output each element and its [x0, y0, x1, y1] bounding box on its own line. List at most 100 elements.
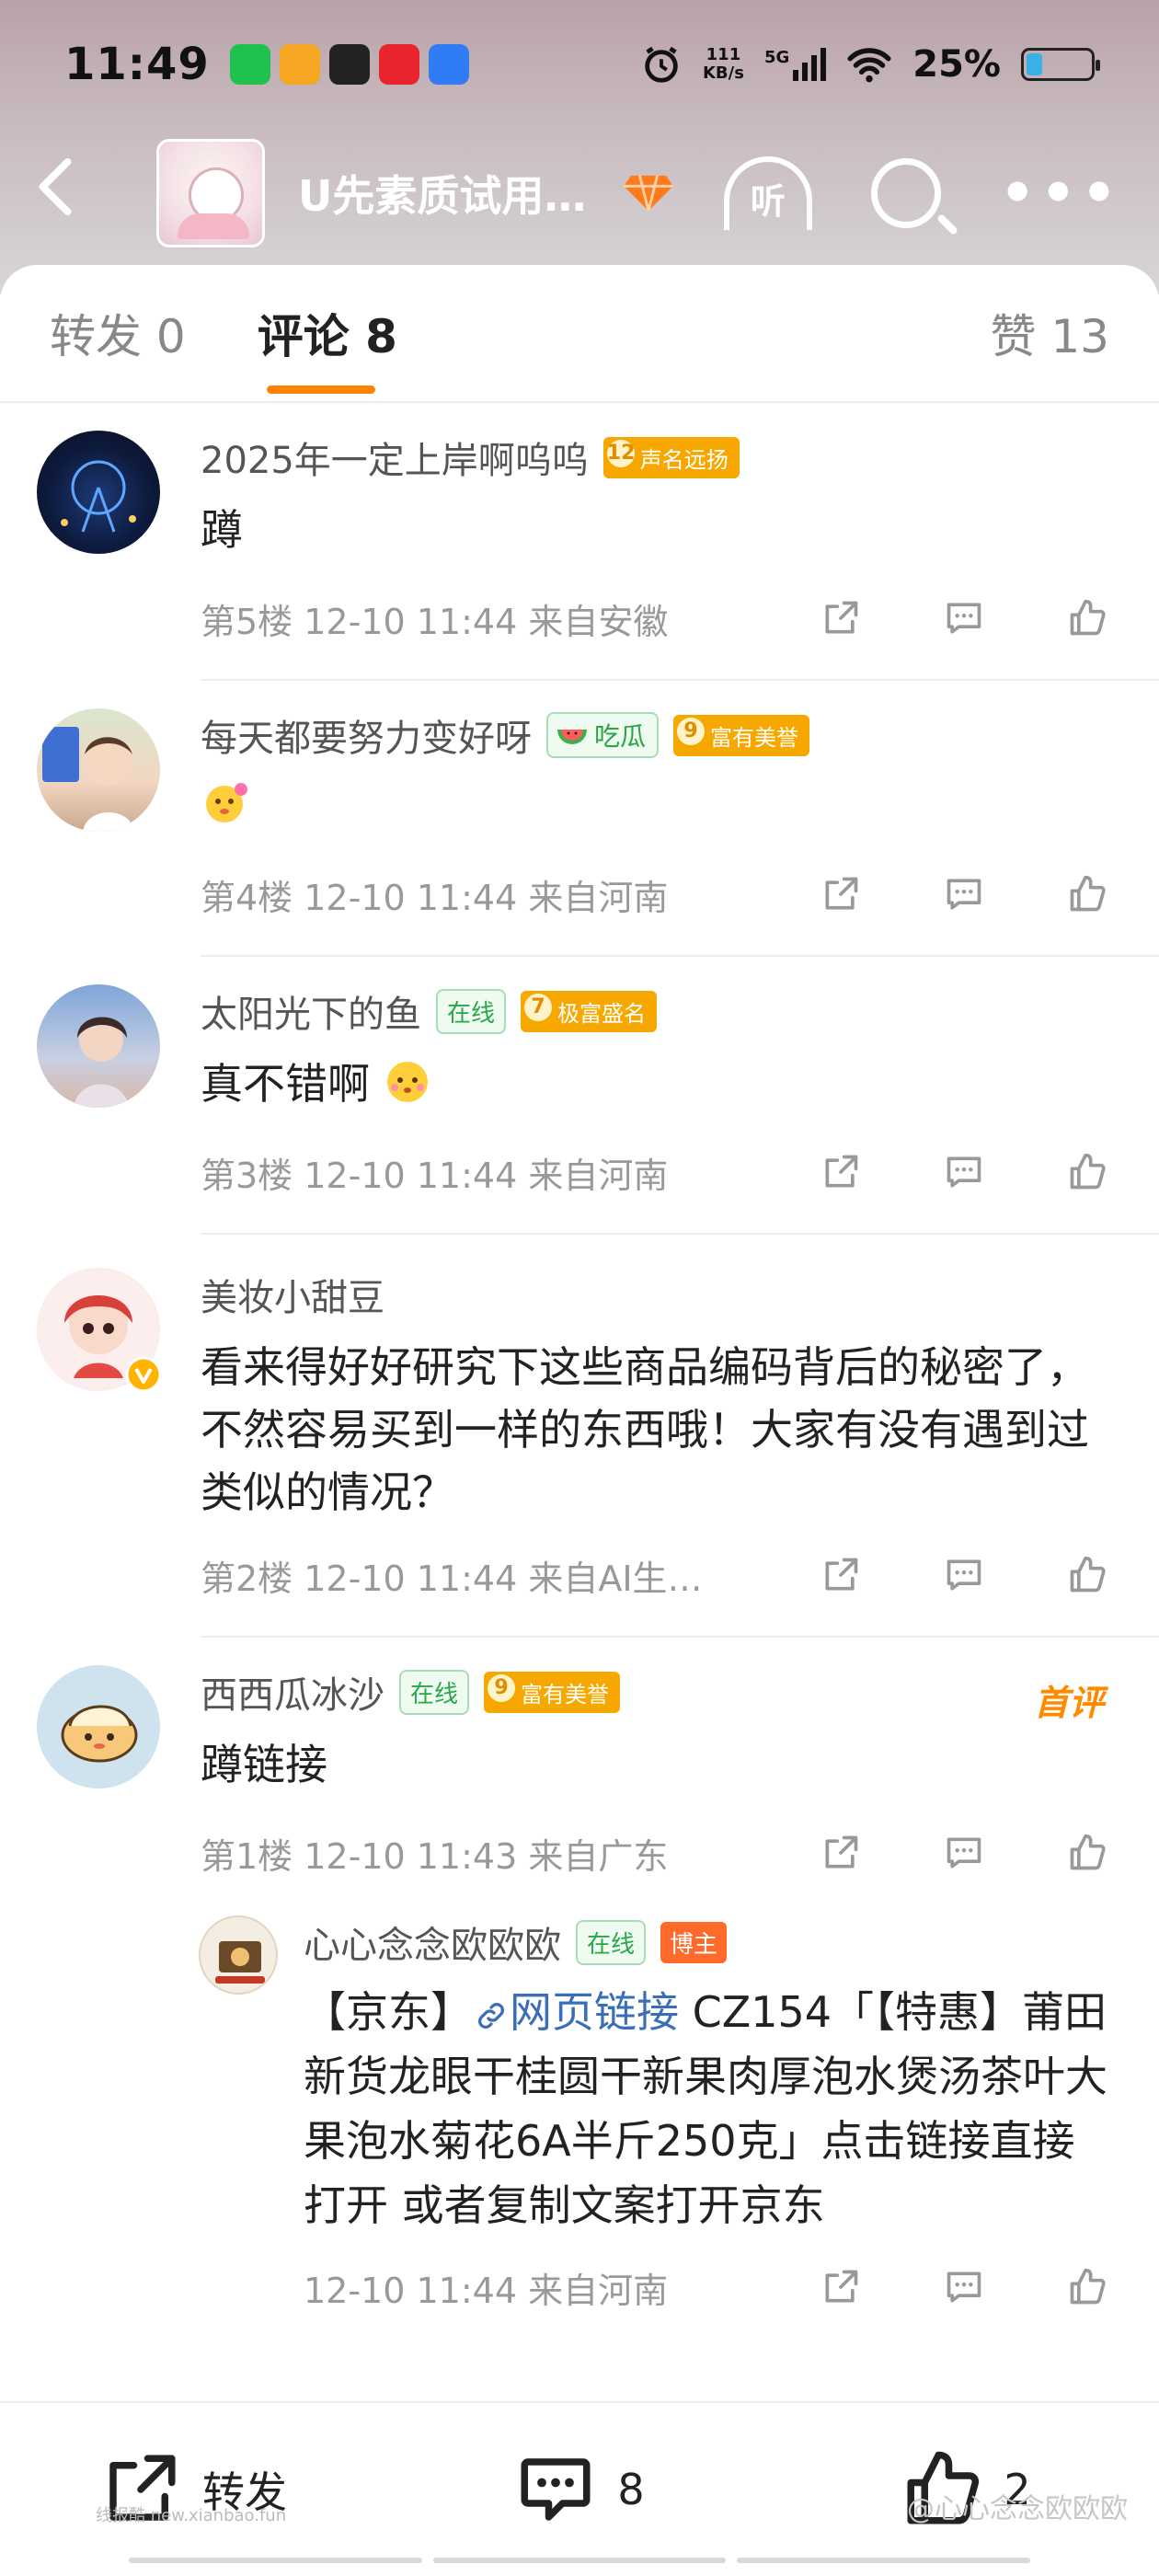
like-icon[interactable] — [1067, 598, 1107, 638]
like-icon[interactable] — [1067, 1833, 1107, 1873]
tab-likes[interactable]: 赞 13 — [990, 300, 1109, 366]
bottom-comment-button[interactable]: 8 — [386, 2448, 773, 2531]
tab-comments-label: 评论 8 — [257, 310, 397, 363]
wechat-icon — [229, 44, 270, 85]
avatar[interactable] — [37, 431, 160, 554]
divider — [201, 1233, 1159, 1235]
comment-meta-row: 第5楼 12-10 11:44 来自安徽 — [201, 591, 1107, 646]
web-link[interactable]: 网页链接 — [473, 1987, 679, 2037]
comment-header: 西西瓜冰沙 在线 9 富有美誉 — [201, 1665, 1107, 1719]
username[interactable]: 2025年一定上岸啊呜呜 — [201, 431, 589, 484]
divider — [201, 679, 1159, 681]
listen-button[interactable]: 听 — [723, 156, 812, 230]
net-speed: 111 KB/s — [703, 46, 744, 83]
comment-text: 真不错啊 — [201, 1052, 1107, 1115]
comment-icon — [521, 2458, 591, 2521]
comment-item: 每天都要努力变好呀 吃瓜 9 富有美誉 第4楼 12-10 11:44 来自河南 — [0, 708, 1159, 922]
comment-item: 美妆小甜豆 看来得好好研究下这些商品编码背后的秘密了，不然容易买到一样的东西哦！… — [0, 1268, 1159, 1603]
level-title: 富有美誉 — [521, 1681, 610, 1708]
username[interactable]: 每天都要努力变好呀 — [201, 708, 532, 762]
share-icon[interactable] — [820, 598, 861, 638]
bottom-comment-count: 8 — [617, 2465, 645, 2514]
battery-fill — [1027, 53, 1042, 75]
username[interactable]: 太阳光下的鱼 — [201, 984, 421, 1038]
like-icon[interactable] — [1067, 1152, 1107, 1192]
listen-label: 听 — [750, 181, 786, 222]
tab-repost[interactable]: 转发 0 — [50, 300, 186, 366]
signal-5g-label: 5G — [763, 48, 790, 67]
watermark-left: 线报酷 new.xianbao.fun — [96, 2506, 287, 2525]
share-icon[interactable] — [820, 874, 861, 914]
comment-meta: 第1楼 12-10 11:43 来自广东 — [201, 1835, 669, 1877]
more-options-icon[interactable]: ••• — [1000, 161, 1122, 225]
divider — [201, 955, 1159, 957]
group-avatar[interactable] — [156, 139, 265, 247]
level-number: 9 — [677, 717, 706, 745]
comment-meta: 第5楼 12-10 11:44 来自安徽 — [201, 601, 669, 642]
back-button[interactable] — [37, 156, 92, 231]
like-icon[interactable] — [1067, 874, 1107, 914]
share-icon[interactable] — [820, 1833, 861, 1873]
page-title[interactable]: U先素质试用… — [298, 163, 586, 224]
comment-meta-row: 第1楼 12-10 11:43 来自广东 — [201, 1825, 1107, 1880]
comment-actions — [820, 1555, 1107, 1595]
username[interactable]: 心心念念欧欧欧 — [304, 1915, 561, 1969]
weibo-icon — [279, 44, 320, 85]
avatar[interactable] — [37, 984, 160, 1108]
tab-comments[interactable]: 评论 8 — [257, 300, 397, 394]
net-speed-value: 111 — [706, 45, 741, 64]
level-title: 极富盛名 — [557, 1000, 647, 1027]
comment-header: 太阳光下的鱼 在线 7 极富盛名 — [201, 984, 1107, 1038]
comment-meta: 第2楼 12-10 11:44 来自AI生… — [201, 1558, 703, 1599]
avatar[interactable] — [37, 1268, 162, 1393]
alarm-icon — [645, 46, 678, 83]
share-icon[interactable] — [820, 1555, 861, 1595]
melon-badge-label: 吃瓜 — [594, 721, 647, 752]
comment-text-content: 真不错啊 — [201, 1059, 370, 1109]
status-bar: 11:49 111 KB/s 5G 25% — [0, 0, 1159, 129]
reply-icon[interactable] — [944, 598, 984, 638]
wifi-icon — [847, 48, 891, 83]
avatar[interactable] — [199, 1915, 278, 1995]
nav-bar: U先素质试用… 听 ••• — [0, 129, 1159, 258]
like-icon[interactable] — [1067, 2267, 1107, 2307]
tab-bar: 转发 0 评论 8 赞 13 — [0, 265, 1159, 403]
verified-badge-icon — [125, 1356, 162, 1393]
melon-badge: 吃瓜 — [546, 712, 660, 758]
reply-icon[interactable] — [944, 874, 984, 914]
level-badge: 9 富有美誉 — [484, 1671, 621, 1713]
avatar[interactable] — [37, 708, 160, 832]
reply-header: 心心念念欧欧欧 在线 博主 — [304, 1915, 1107, 1969]
level-badge: 7 极富盛名 — [521, 990, 658, 1032]
avatar[interactable] — [37, 1665, 160, 1788]
comment-item: 首评 西西瓜冰沙 在线 9 富有美誉 蹲链接 第1楼 12-10 11:43 来自… — [0, 1665, 1159, 1880]
comment-item: 太阳光下的鱼 在线 7 极富盛名 真不错啊 第3楼 12-10 11:44 来自河… — [0, 984, 1159, 1200]
share-icon[interactable] — [820, 2267, 861, 2307]
emoji-sticker-icon — [206, 783, 247, 822]
comment-meta-row: 第2楼 12-10 11:44 来自AI生… — [201, 1547, 1107, 1603]
owner-badge: 博主 — [660, 1921, 728, 1963]
search-icon[interactable] — [870, 158, 941, 228]
reply-text-prefix: 【京东】 — [304, 1987, 473, 2037]
watermark-right: @心心念念欧欧欧 — [907, 2493, 1128, 2525]
like-icon[interactable] — [1067, 1555, 1107, 1595]
reply-icon[interactable] — [944, 1555, 984, 1595]
net-speed-unit: KB/s — [702, 63, 744, 83]
reply-icon[interactable] — [944, 2267, 984, 2307]
reply-icon[interactable] — [944, 1833, 984, 1873]
comment-meta: 第3楼 12-10 11:44 来自河南 — [201, 1155, 669, 1196]
comment-actions — [820, 1152, 1107, 1192]
username[interactable]: 西西瓜冰沙 — [201, 1665, 384, 1719]
tab-underline — [266, 385, 375, 394]
reply-icon[interactable] — [944, 1152, 984, 1192]
reply-text: 【京东】 网页链接 CZ154「【特惠】莆田新货龙眼干桂圆干新果肉厚泡水煲汤茶叶大… — [304, 1980, 1107, 2237]
comment-header: 2025年一定上岸啊呜呜 12 声名远扬 — [201, 431, 1107, 484]
comment-actions — [820, 1833, 1107, 1873]
signal-indicator: 5G — [763, 48, 827, 81]
comment-meta: 第4楼 12-10 11:44 来自河南 — [201, 877, 669, 918]
level-badge: 12 声名远扬 — [602, 436, 740, 478]
share-icon[interactable] — [820, 1152, 861, 1192]
diamond-badge-icon — [624, 175, 674, 212]
reply-actions — [820, 2267, 1107, 2307]
username[interactable]: 美妆小甜豆 — [201, 1268, 384, 1321]
